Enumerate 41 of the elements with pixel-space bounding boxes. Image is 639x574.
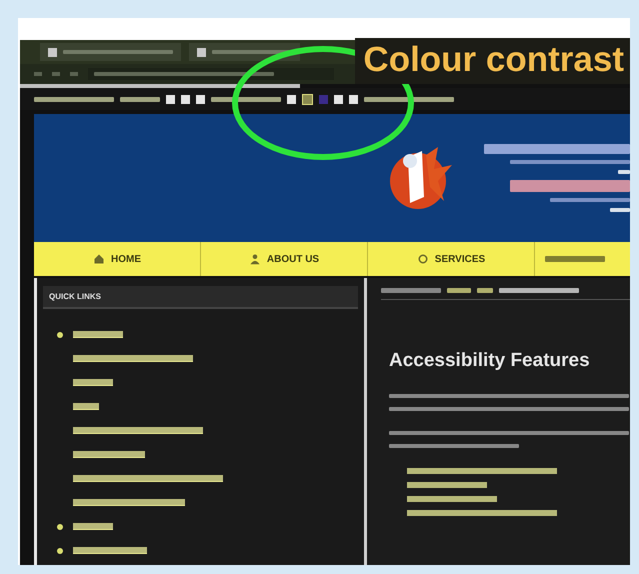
blurred-text xyxy=(545,256,605,262)
sidebar-link[interactable] xyxy=(73,475,223,482)
contrast-icon[interactable] xyxy=(287,94,296,104)
page-heading: Accessibility Features xyxy=(389,350,591,372)
sidebar-link[interactable] xyxy=(73,379,113,386)
content-link[interactable] xyxy=(407,496,497,502)
sidebar-link[interactable] xyxy=(73,451,145,458)
sidebar-link[interactable] xyxy=(73,427,203,434)
caption: Colour contrast xyxy=(355,38,630,84)
blurred-text xyxy=(211,96,281,102)
content-link[interactable] xyxy=(407,510,557,516)
nav-link[interactable]: SERVICES xyxy=(368,242,535,276)
sidebar-link[interactable] xyxy=(73,355,193,362)
content-link[interactable] xyxy=(407,482,487,488)
blurred-text xyxy=(610,208,630,212)
blurred-text xyxy=(381,288,441,293)
circle-icon xyxy=(416,253,429,265)
house-icon xyxy=(93,253,105,265)
contrast-icon[interactable] xyxy=(302,94,313,104)
bullet-icon xyxy=(57,332,63,338)
browser-tab[interactable] xyxy=(40,43,181,61)
content-link[interactable] xyxy=(407,468,557,474)
sidebar-link[interactable] xyxy=(73,331,123,338)
nav-link[interactable]: HOME xyxy=(34,242,201,276)
blurred-text xyxy=(447,288,471,293)
bullet-icon xyxy=(57,524,63,530)
sidebar-link[interactable] xyxy=(73,547,147,554)
person-icon xyxy=(248,253,261,265)
page-icon xyxy=(48,48,57,56)
nav-link[interactable]: ABOUT US xyxy=(201,242,368,276)
bullet-icon xyxy=(57,548,63,554)
browser-tab[interactable] xyxy=(189,43,300,61)
blurred-text xyxy=(477,288,493,293)
sidebar-link[interactable] xyxy=(73,499,185,506)
blurred-text xyxy=(618,170,630,174)
page-icon xyxy=(197,48,206,56)
sidebar-link[interactable] xyxy=(73,403,99,410)
sidebar-link[interactable] xyxy=(73,523,113,530)
address-field[interactable] xyxy=(88,68,334,80)
blurred-text xyxy=(120,96,160,102)
section-title: QUICK LINKS xyxy=(43,286,358,309)
